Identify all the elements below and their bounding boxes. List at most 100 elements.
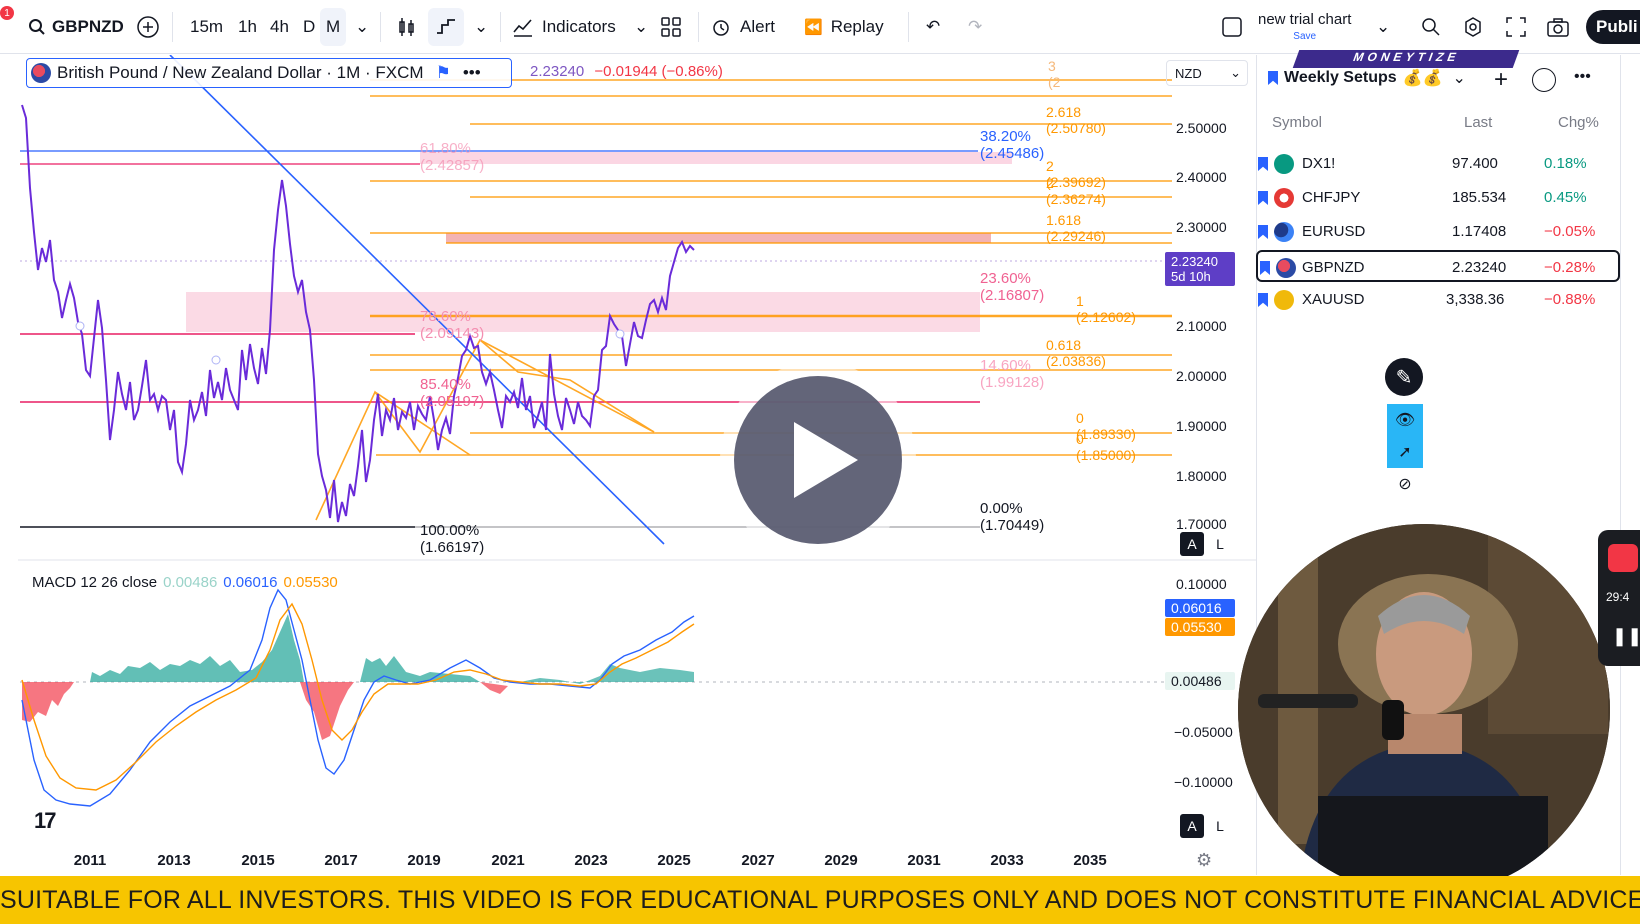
quick-search-button[interactable] <box>1420 8 1442 46</box>
eye-icon[interactable]: 👁 <box>1387 404 1423 436</box>
save-link[interactable]: Save <box>1258 29 1351 44</box>
compare-button[interactable] <box>136 8 160 46</box>
watchlist-row[interactable]: CHFJPY 185.534 0.45% <box>1256 182 1620 214</box>
pen-tool-icon[interactable]: ✎ <box>1385 358 1423 396</box>
fullscreen-icon <box>1506 17 1526 37</box>
indicators-button[interactable]: Indicators <box>512 8 616 46</box>
macd-hist-value: 0.00486 <box>163 574 218 591</box>
gbp-nzd-flag-icon <box>31 63 51 83</box>
row-chg: −0.88% <box>1544 291 1596 308</box>
current-price: 2.23240 <box>1171 254 1218 269</box>
chart-type-dropdown[interactable]: ⌄ <box>474 8 488 46</box>
watchlist-row[interactable]: DX1! 97.400 0.18% <box>1256 148 1620 180</box>
row-symbol: DX1! <box>1302 155 1336 172</box>
layouts-button[interactable] <box>660 8 682 46</box>
layout-name[interactable]: new trial chart Save <box>1258 12 1351 44</box>
watchlist-row-selected[interactable]: GBPNZD 2.23240 −0.28% <box>1256 250 1620 282</box>
symbol-legend[interactable]: British Pound / New Zealand Dollar · 1M … <box>26 58 512 88</box>
candles-button[interactable] <box>396 8 418 46</box>
play-icon <box>794 422 858 498</box>
settings-button[interactable] <box>1462 8 1484 46</box>
disclaimer-text: SUITABLE FOR ALL INVESTORS. THIS VIDEO I… <box>0 886 1640 914</box>
row-last: 97.400 <box>1452 155 1498 172</box>
auto-scale-button[interactable]: A <box>1180 814 1204 838</box>
row-chg: −0.05% <box>1544 223 1596 240</box>
top-toolbar: 1 GBPNZD 15m 1h 4h D M ⌄ ⌄ Indicators ⌄ … <box>0 0 1640 54</box>
time-axis[interactable]: 2011 2013 2015 2017 2019 2021 2023 2025 … <box>18 852 1198 874</box>
time-tick: 2025 <box>657 852 691 869</box>
disclaimer-banner: SUITABLE FOR ALL INVESTORS. THIS VIDEO I… <box>0 876 1640 924</box>
col-last[interactable]: Last <box>1464 114 1492 131</box>
interval-15m[interactable]: 15m <box>190 8 223 46</box>
watchlist-menu-icon[interactable] <box>1532 68 1556 92</box>
macd-legend[interactable]: MACD 12 26 close 0.00486 0.06016 0.05530 <box>32 574 338 591</box>
log-scale-button[interactable]: L <box>1208 532 1232 556</box>
camera-icon <box>1547 18 1569 37</box>
time-tick: 2023 <box>574 852 608 869</box>
row-chg: −0.28% <box>1544 259 1596 276</box>
interval-4h[interactable]: 4h <box>270 8 289 46</box>
legend-change: −0.01944 (−0.86%) <box>594 63 723 80</box>
recording-widget[interactable]: 29:4 ❚❚ <box>1598 530 1640 666</box>
legend-last: 2.23240 <box>530 63 585 80</box>
snapshot-button[interactable] <box>1546 8 1570 46</box>
candles-icon <box>399 18 414 36</box>
flag-icon <box>1258 225 1268 239</box>
pause-icon[interactable]: ❚❚ <box>1612 626 1640 647</box>
fullscreen-button[interactable] <box>1506 8 1526 46</box>
chf-jpy-icon <box>1274 188 1294 208</box>
more-options-icon[interactable]: ••• <box>463 63 481 83</box>
watchlist-header[interactable]: Weekly Setups 💰💰 ⌄ <box>1268 68 1466 88</box>
dollar-icon <box>1274 154 1294 174</box>
alert-button[interactable]: Alert <box>710 8 775 46</box>
publish-button[interactable]: Publi <box>1586 10 1640 44</box>
signal-tag: 0.05530 <box>1165 618 1235 636</box>
add-symbol-icon[interactable]: + <box>1494 66 1508 94</box>
col-chg[interactable]: Chg% <box>1558 114 1599 131</box>
layout-dropdown[interactable]: ⌄ <box>1376 8 1390 46</box>
redo-button[interactable]: ↷ <box>968 8 982 46</box>
indicators-label: Indicators <box>542 17 616 36</box>
record-stop-icon[interactable] <box>1608 544 1638 572</box>
eur-usd-icon <box>1274 222 1294 242</box>
play-button[interactable] <box>720 362 916 558</box>
bookmark-flag-icon[interactable]: ⚑ <box>436 63 451 83</box>
more-options-icon[interactable]: ••• <box>1574 68 1591 86</box>
macd-tick: −0.05000 <box>1174 724 1233 740</box>
retrace-label-618: 61.80% (2.42857) <box>420 140 485 174</box>
replay-button[interactable]: ⏪ Replay <box>804 8 884 46</box>
eraser-icon[interactable]: ⊘ <box>1387 468 1423 500</box>
layout-checkbox[interactable] <box>1222 8 1242 46</box>
auto-scale-button[interactable]: A <box>1180 532 1204 556</box>
play-circle <box>734 376 902 544</box>
axis-settings-icon[interactable]: ⚙ <box>1196 850 1212 871</box>
chevron-down-icon: ⌄ <box>634 17 649 36</box>
row-last: 2.23240 <box>1452 259 1507 276</box>
line-chart-button[interactable] <box>428 8 464 46</box>
right-sidebar <box>1620 55 1640 875</box>
grid-icon <box>661 17 681 37</box>
interval-d[interactable]: D <box>303 8 315 46</box>
currency-select[interactable]: NZD ⌄ <box>1166 60 1248 86</box>
retrace-label-236: 23.60% (2.16807) <box>980 270 1045 304</box>
log-scale-button[interactable]: L <box>1208 814 1232 838</box>
symbol-search[interactable]: GBPNZD <box>28 8 124 46</box>
interval-1h[interactable]: 1h <box>238 8 257 46</box>
col-symbol[interactable]: Symbol <box>1272 114 1322 131</box>
fib-label-1618: 1.618 (2.29246) <box>1046 212 1106 244</box>
interval-dropdown[interactable]: ⌄ <box>355 8 369 46</box>
rewind-icon: ⏪ <box>804 19 823 36</box>
row-symbol: GBPNZD <box>1302 259 1365 276</box>
notification-badge[interactable]: 1 <box>0 6 14 20</box>
alarm-clock-icon <box>713 20 729 36</box>
undo-button[interactable]: ↶ <box>926 8 940 46</box>
time-tick: 2027 <box>741 852 775 869</box>
time-tick: 2013 <box>157 852 191 869</box>
chevron-down-icon: ⌄ <box>1452 70 1466 87</box>
watchlist-row[interactable]: EURUSD 1.17408 −0.05% <box>1256 216 1620 248</box>
cursor-icon[interactable]: ➚ <box>1387 436 1423 468</box>
watchlist-row[interactable]: XAUUSD 3,338.36 −0.88% <box>1256 284 1620 316</box>
interval-m[interactable]: M <box>320 8 347 46</box>
indicators-dropdown[interactable]: ⌄ <box>634 8 648 46</box>
chevron-down-icon: ⌄ <box>1376 17 1391 36</box>
